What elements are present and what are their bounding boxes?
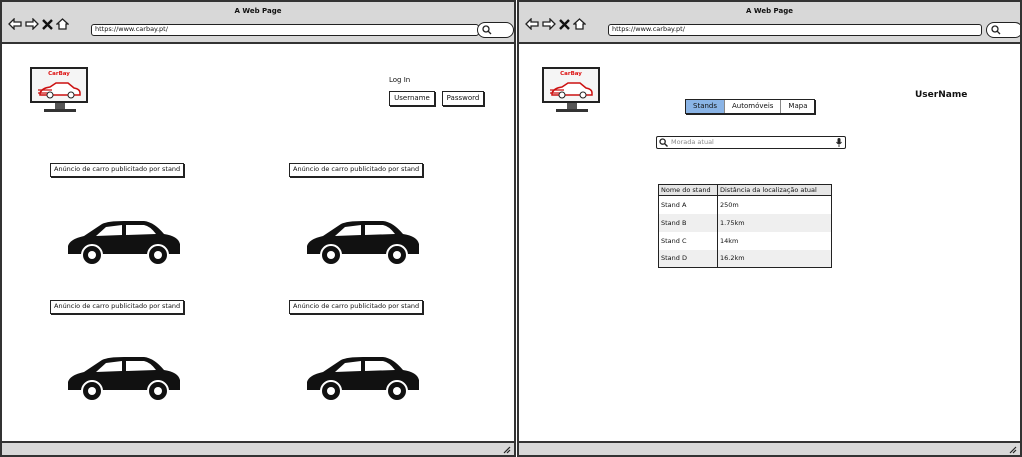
logo-car-icon — [38, 82, 81, 99]
forward-arrow-icon[interactable] — [25, 18, 39, 30]
home-icon[interactable] — [56, 18, 69, 30]
logo-monitor: CarBay — [30, 67, 88, 103]
microphone-icon[interactable] — [836, 138, 842, 147]
table-row[interactable]: Stand C 14km — [658, 231, 832, 250]
close-icon[interactable] — [42, 18, 53, 30]
table-row[interactable]: Stand D 16.2km — [658, 249, 832, 268]
browser-window-right: A Web Page https://www.carbay.pt/ CarBay… — [517, 0, 1022, 457]
tab-automoveis[interactable]: Automóveis — [725, 100, 782, 113]
login-heading: Log In — [389, 76, 411, 84]
home-icon[interactable] — [573, 18, 586, 30]
browser-window-left: A Web Page https://www.carbay.pt/ CarBay… — [0, 0, 516, 457]
password-button[interactable]: Password — [442, 91, 484, 106]
carbay-logo[interactable]: CarBay — [30, 67, 90, 112]
resize-grip-icon[interactable] — [1008, 445, 1017, 454]
url-bar[interactable]: https://www.carbay.pt/ — [608, 24, 982, 36]
car-ad-image-2[interactable] — [303, 218, 423, 268]
close-icon[interactable] — [559, 18, 570, 30]
column-header-distance: Distância da localização atual — [717, 184, 832, 196]
logo-monitor-base — [556, 109, 588, 112]
status-bar — [2, 441, 514, 455]
window-title: A Web Page — [746, 7, 793, 15]
stands-table: Nome do stand Distância da localização a… — [658, 184, 832, 268]
ad-label-3[interactable]: Anúncio de carro publicitado por stand — [50, 300, 185, 314]
table-row[interactable]: Stand A 250m — [658, 195, 832, 214]
main-tabs: Stands Automóveis Mapa — [685, 99, 816, 114]
nav-buttons — [8, 18, 69, 30]
ad-label-2[interactable]: Anúncio de carro publicitado por stand — [289, 163, 424, 177]
nav-buttons — [525, 18, 586, 30]
car-ad-image-3[interactable] — [64, 354, 184, 404]
carbay-logo[interactable]: CarBay — [542, 67, 602, 112]
table-row[interactable]: Stand B 1.75km — [658, 213, 832, 232]
search-icon — [482, 25, 492, 35]
back-arrow-icon[interactable] — [525, 18, 539, 30]
distance-cell: 16.2km — [717, 249, 832, 268]
distance-cell: 250m — [720, 200, 739, 209]
ad-label-1[interactable]: Anúncio de carro publicitado por stand — [50, 163, 185, 177]
search-icon — [991, 25, 1001, 35]
distance-cell: 14km — [720, 236, 739, 245]
username-label[interactable]: UserName — [915, 90, 967, 100]
logo-text: CarBay — [48, 71, 70, 77]
browser-search-button[interactable] — [477, 22, 514, 38]
forward-arrow-icon[interactable] — [542, 18, 556, 30]
car-ad-image-1[interactable] — [64, 218, 184, 268]
logo-monitor-base — [44, 109, 76, 112]
window-title: A Web Page — [234, 7, 282, 15]
ad-label-4[interactable]: Anúncio de carro publicitado por stand — [289, 300, 424, 314]
username-button[interactable]: Username — [389, 91, 435, 106]
resize-grip-icon[interactable] — [502, 445, 511, 454]
tab-stands[interactable]: Stands — [686, 100, 726, 113]
stand-name-cell: Stand A — [658, 195, 718, 214]
distance-cell: 1.75km — [717, 213, 832, 232]
logo-text: CarBay — [560, 71, 582, 77]
column-header-stand-name: Nome do stand — [658, 184, 718, 196]
address-search-input[interactable]: Morada atual — [656, 136, 846, 149]
stand-name-cell: Stand B — [658, 213, 718, 232]
browser-titlebar: A Web Page https://www.carbay.pt/ — [519, 2, 1020, 44]
table-header-row: Nome do stand Distância da localização a… — [658, 184, 832, 196]
logo-car-icon — [550, 82, 593, 99]
stand-name-cell: Stand C — [658, 231, 718, 250]
back-arrow-icon[interactable] — [8, 18, 22, 30]
browser-titlebar: A Web Page https://www.carbay.pt/ — [2, 2, 514, 44]
car-ad-image-4[interactable] — [303, 354, 423, 404]
search-icon — [659, 138, 668, 147]
status-bar — [519, 441, 1020, 455]
tab-mapa[interactable]: Mapa — [781, 100, 814, 113]
url-bar[interactable]: https://www.carbay.pt/ — [91, 24, 479, 36]
logo-monitor: CarBay — [542, 67, 600, 103]
stand-name-cell: Stand D — [658, 249, 718, 268]
browser-search-button[interactable] — [986, 22, 1020, 38]
